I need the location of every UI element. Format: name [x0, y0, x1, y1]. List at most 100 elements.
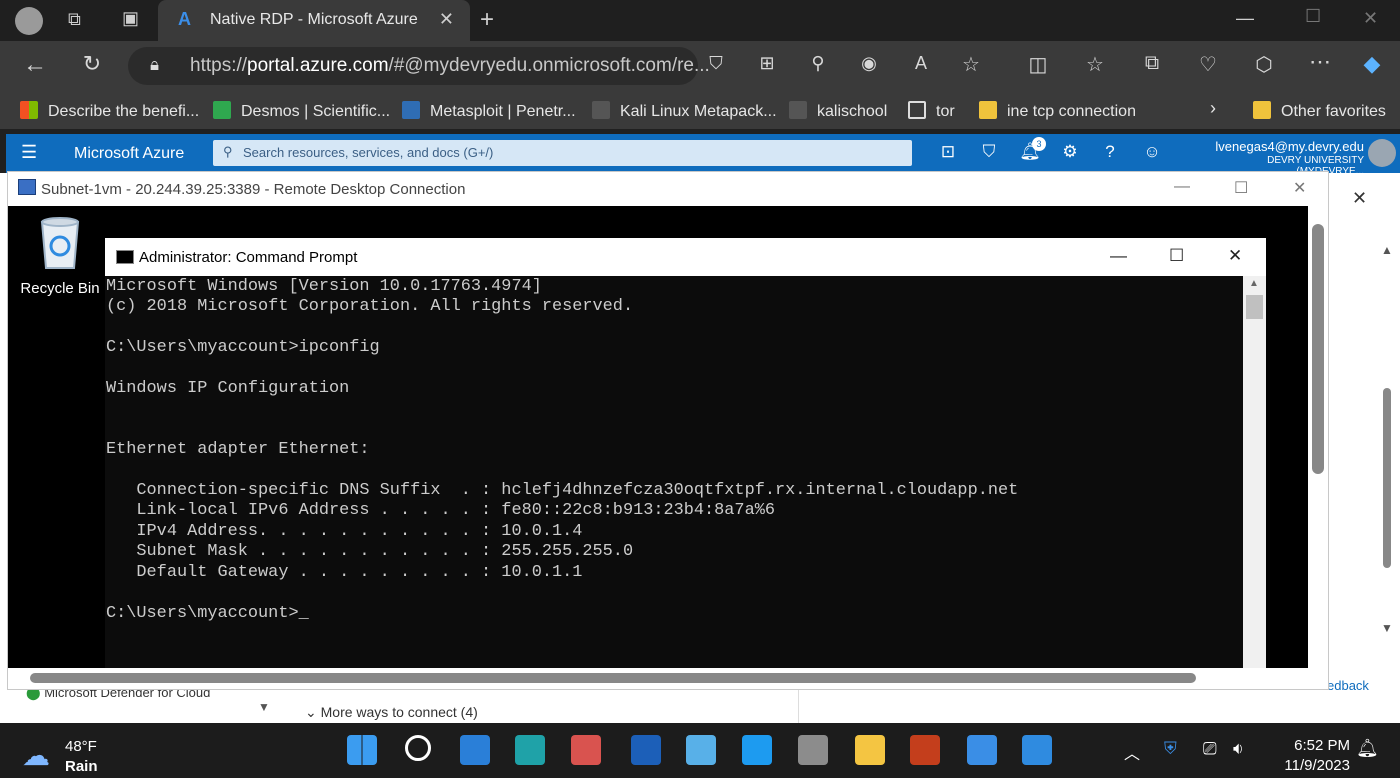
powerpoint-icon[interactable]: [910, 735, 940, 765]
rdp-minimize-icon[interactable]: —: [1174, 178, 1190, 196]
command-prompt-window[interactable]: Administrator: Command Prompt — ☐ ✕ Micr…: [105, 238, 1266, 668]
minimize-icon[interactable]: —: [1236, 8, 1254, 29]
snipping-tool-icon[interactable]: [571, 735, 601, 765]
start-icon[interactable]: [347, 735, 377, 765]
tab-title: Native RDP - Microsoft Azure: [210, 11, 418, 28]
favorite-item[interactable]: kalischool: [789, 101, 887, 121]
scroll-up-icon[interactable]: ▲: [1249, 278, 1259, 289]
page-scrollbar[interactable]: ▲ ▼: [1380, 243, 1394, 635]
favorites-icon[interactable]: ☆: [1080, 52, 1110, 77]
back-icon[interactable]: ←: [20, 51, 50, 79]
search-icon: ⚲: [223, 144, 233, 159]
rdp-vscroll-thumb[interactable]: [1312, 224, 1324, 474]
cmd-close-icon[interactable]: ✕: [1228, 246, 1242, 266]
zoom-icon[interactable]: ⚲: [803, 53, 833, 74]
refresh-icon[interactable]: ↻: [77, 51, 107, 77]
more-ways-to-connect[interactable]: ⌄ More ways to connect (4): [305, 704, 478, 721]
rdp-horizontal-scrollbar[interactable]: [8, 668, 1328, 689]
tracking-prevention-icon[interactable]: ⛉: [701, 53, 731, 74]
favorite-item[interactable]: Describe the benefi...: [20, 101, 199, 121]
feedback-link[interactable]: edback: [1327, 678, 1369, 693]
rdp-hscroll-thumb[interactable]: [30, 673, 1196, 683]
notifications-bell-icon[interactable]: 🔔︎: [1356, 738, 1379, 759]
panel-close-icon[interactable]: ✕: [1352, 188, 1367, 209]
hamburger-menu-icon[interactable]: ☰: [21, 142, 37, 163]
chevron-down-icon[interactable]: ▼: [258, 700, 270, 714]
copilot-icon[interactable]: ◆: [1357, 51, 1387, 77]
directory-filter-icon[interactable]: ⛉: [977, 142, 1001, 162]
search-icon[interactable]: [405, 735, 431, 761]
rdp-maximize-icon[interactable]: ☐: [1234, 178, 1248, 198]
rdp-vertical-scrollbar[interactable]: [1308, 206, 1328, 668]
avatar[interactable]: [1368, 139, 1396, 167]
favorite-star-icon[interactable]: ☆: [956, 52, 986, 77]
address-bar[interactable]: 🔒︎ https://portal.azure.com/#@mydevryedu…: [128, 47, 710, 85]
split-screen-icon[interactable]: ◫: [1023, 52, 1053, 77]
favorite-label: Describe the benefi...: [48, 103, 200, 120]
favorite-label: Desmos | Scientific...: [241, 103, 391, 120]
tab-native-rdp[interactable]: A Native RDP - Microsoft Azure ✕: [158, 0, 470, 41]
favorite-item[interactable]: Kali Linux Metapack...: [592, 101, 777, 121]
favorite-item[interactable]: Metasploit | Penetr...: [402, 101, 576, 121]
network-icon[interactable]: ⎚: [1203, 739, 1217, 759]
cmd-scroll-thumb[interactable]: [1246, 295, 1263, 319]
calculator-icon[interactable]: [798, 735, 828, 765]
file-explorer-icon[interactable]: [855, 735, 885, 765]
notepad-icon[interactable]: [686, 735, 716, 765]
cmd-title-bar[interactable]: Administrator: Command Prompt — ☐ ✕: [105, 238, 1266, 276]
cmd-maximize-icon[interactable]: ☐: [1169, 246, 1184, 266]
lock-icon[interactable]: 🔒︎: [150, 55, 159, 75]
remote-desktop-window[interactable]: Subnet-1vm - 20.244.39.25:3389 - Remote …: [7, 171, 1329, 690]
tab-actions-icon[interactable]: ▣: [122, 8, 139, 29]
close-tab-icon[interactable]: ✕: [439, 9, 454, 30]
favorite-item[interactable]: tor: [908, 101, 955, 121]
azure-search-input[interactable]: ⚲ Search resources, services, and docs (…: [213, 140, 912, 166]
help-icon[interactable]: ?: [1098, 142, 1122, 162]
hide-icon[interactable]: ◉: [854, 53, 884, 74]
cmd-minimize-icon[interactable]: —: [1110, 246, 1127, 266]
app-available-icon[interactable]: ⊞: [752, 53, 782, 74]
favorite-label: tor: [936, 103, 955, 120]
cmd-line: Subnet Mask . . . . . . . . . . . : 255.…: [106, 542, 634, 562]
rdp-icon[interactable]: [967, 735, 997, 765]
profile-avatar[interactable]: [15, 7, 43, 35]
cloud-shell-icon[interactable]: ⊡: [936, 142, 960, 162]
azure-brand[interactable]: Microsoft Azure: [74, 145, 184, 163]
feedback-icon[interactable]: ☺: [1140, 142, 1164, 162]
lockdown-browser-icon[interactable]: [631, 735, 661, 765]
browser-essentials-icon[interactable]: ♡: [1193, 52, 1223, 77]
edge-icon[interactable]: [515, 735, 545, 765]
cmd-window-title: Administrator: Command Prompt: [139, 249, 358, 266]
cmd-output[interactable]: Microsoft Windows [Version 10.0.17763.49…: [106, 277, 1242, 624]
extensions-icon[interactable]: ⬡: [1249, 52, 1279, 77]
more-menu-icon[interactable]: ⋯: [1305, 49, 1335, 75]
favorites-overflow-chevron-icon[interactable]: ›: [1210, 98, 1216, 119]
show-hidden-icons-chevron-icon[interactable]: ︿: [1124, 740, 1140, 764]
new-tab-icon[interactable]: +: [480, 6, 494, 34]
scroll-thumb[interactable]: [1383, 388, 1391, 568]
folder-icon: [979, 101, 997, 119]
cmd-scrollbar[interactable]: ▲: [1243, 276, 1266, 668]
mail-icon[interactable]: [460, 735, 490, 765]
volume-icon[interactable]: 🔉︎: [1233, 739, 1244, 759]
favorite-item[interactable]: Desmos | Scientific...: [213, 101, 390, 121]
recycle-bin-shortcut[interactable]: Recycle Bin: [20, 216, 100, 297]
scroll-up-icon[interactable]: ▲: [1381, 243, 1393, 257]
twitter-icon[interactable]: [742, 735, 772, 765]
favorite-item[interactable]: ine tcp connection: [979, 101, 1136, 121]
paint-icon[interactable]: [1022, 735, 1052, 765]
other-favorites[interactable]: Other favorites: [1253, 101, 1386, 121]
rdp-app-icon: [18, 179, 36, 195]
clock-time: 6:52 PM: [1294, 737, 1350, 754]
maximize-icon[interactable]: ☐: [1305, 6, 1321, 27]
defender-shield-icon[interactable]: ⛨: [1164, 739, 1177, 759]
scroll-down-icon[interactable]: ▼: [1381, 621, 1393, 635]
rdp-close-icon[interactable]: ✕: [1293, 178, 1306, 198]
close-window-icon[interactable]: ✕: [1363, 8, 1378, 29]
settings-gear-icon[interactable]: ⚙: [1058, 142, 1082, 162]
remote-desktop-surface[interactable]: Recycle Bin Administrator: Command Promp…: [8, 206, 1308, 668]
read-aloud-icon[interactable]: A: [906, 53, 936, 74]
collections-icon[interactable]: ⧉: [1137, 52, 1167, 75]
system-clock[interactable]: 6:52 PM 11/9/2023: [1270, 736, 1350, 776]
workspaces-icon[interactable]: ⧉: [68, 9, 81, 30]
